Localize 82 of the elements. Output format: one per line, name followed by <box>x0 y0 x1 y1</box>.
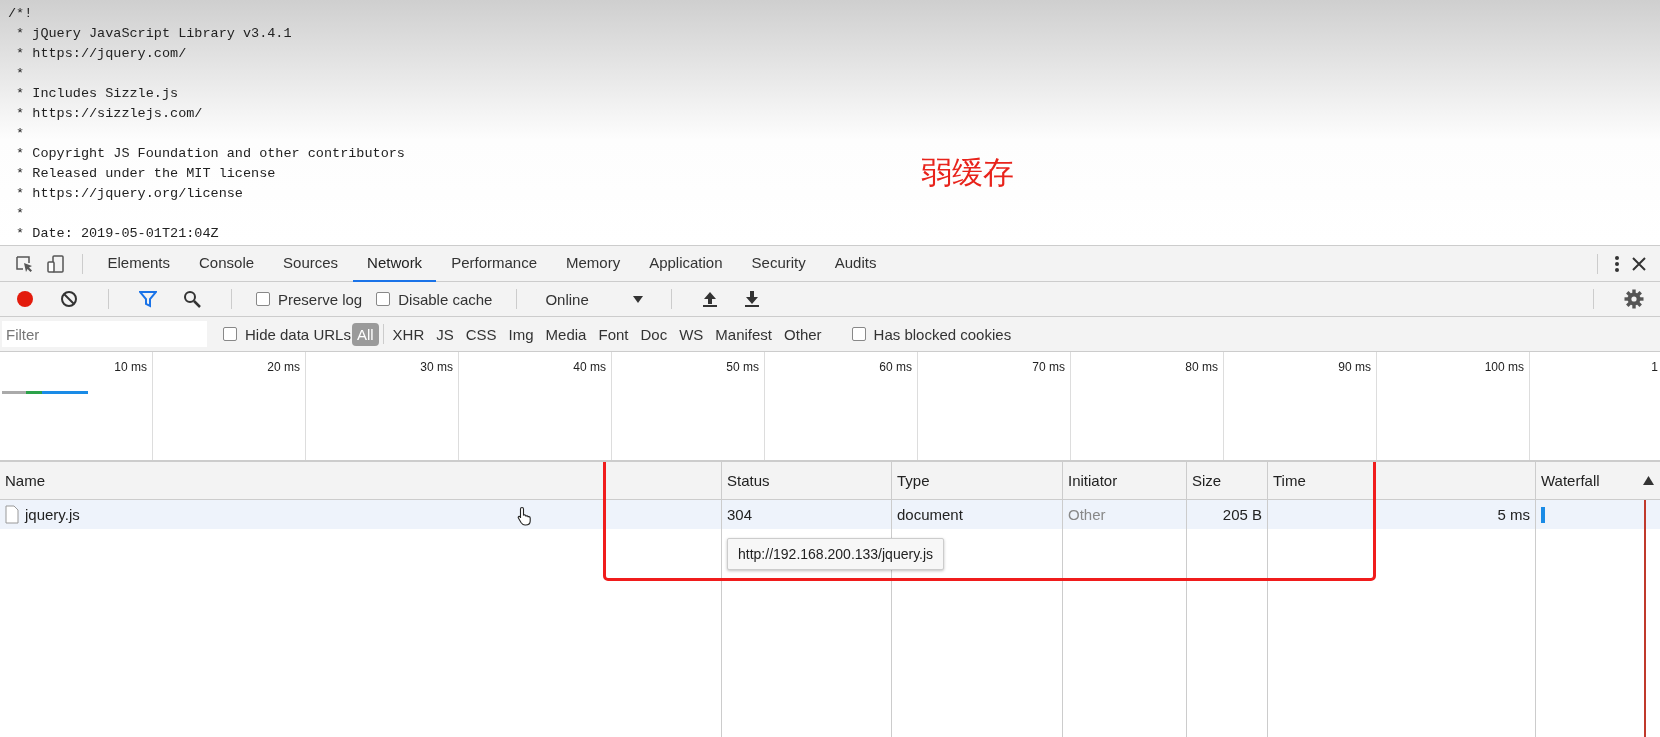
checkbox-label: Disable cache <box>398 290 493 308</box>
column-header[interactable]: Time <box>1268 462 1535 500</box>
time-tick-label: 40 ms <box>573 360 606 374</box>
column-header[interactable]: Size <box>1187 462 1267 500</box>
time-tick-label: 100 ms <box>1484 360 1524 374</box>
code-line: * <box>15 205 25 223</box>
code-line: * https://sizzlejs.com/ <box>15 105 203 123</box>
column-header[interactable]: Status <box>722 462 891 500</box>
annotation-text: 弱缓存 <box>921 153 1014 192</box>
checkbox[interactable] <box>223 327 237 341</box>
time-tick-label: 80 ms <box>1185 360 1218 374</box>
clear-icon[interactable] <box>60 290 78 308</box>
request-type: document <box>897 506 963 523</box>
checkbox-label: Has blocked cookies <box>873 325 1012 343</box>
filter-icon[interactable] <box>139 290 157 308</box>
column-header[interactable]: Waterfall <box>1536 462 1660 500</box>
column-header[interactable]: Name <box>0 462 721 500</box>
time-tick-label: 70 ms <box>1032 360 1065 374</box>
request-time: 5 ms <box>1497 506 1530 523</box>
filter-input[interactable]: Filter <box>2 321 207 347</box>
url-tooltip: http://192.168.200.133/jquery.js <box>727 538 945 570</box>
panel-tab[interactable]: Security <box>737 245 820 282</box>
type-filter-button[interactable]: Img <box>503 322 539 346</box>
checkbox-label: Preserve log <box>278 290 363 308</box>
type-filter-button[interactable]: XHR <box>387 322 430 346</box>
panel-tab[interactable]: Sources <box>269 245 353 282</box>
time-tick-label: 20 ms <box>267 360 300 374</box>
caret-icon <box>632 295 643 303</box>
time-tick-label: 50 ms <box>726 360 759 374</box>
time-tick-label: 10 ms <box>114 360 147 374</box>
panel-tab[interactable]: Audits <box>820 245 891 282</box>
request-initiator: Other <box>1068 506 1106 523</box>
time-tick-label: 60 ms <box>879 360 912 374</box>
time-tick-label: 30 ms <box>420 360 453 374</box>
column-header[interactable]: Initiator <box>1063 462 1186 500</box>
checkbox-label: Hide data URLs <box>245 325 351 343</box>
checkbox[interactable] <box>851 327 866 341</box>
inspect-icon[interactable] <box>14 253 34 274</box>
type-filter-button[interactable]: Media <box>540 322 592 346</box>
request-name[interactable]: jquery.js <box>25 506 80 523</box>
request-size: 205 B <box>1222 506 1262 523</box>
code-line: * Includes Sizzle.js <box>15 85 179 103</box>
record-icon[interactable] <box>16 290 34 308</box>
panel-tab[interactable]: Memory <box>552 245 635 282</box>
waterfall-bar <box>1541 506 1545 523</box>
request-status: 304 <box>727 506 753 523</box>
code-line: * https://jquery.org/license <box>15 185 243 203</box>
code-line: * Released under the MIT license <box>15 165 276 183</box>
time-tick-label: 90 ms <box>1338 360 1371 374</box>
download-icon[interactable] <box>743 290 760 308</box>
settings-icon[interactable] <box>1624 289 1644 309</box>
code-line: * <box>15 65 25 83</box>
search-icon[interactable] <box>183 290 201 308</box>
type-filter-button[interactable]: Doc <box>635 322 673 346</box>
sort-icon[interactable] <box>1643 476 1654 485</box>
checkbox[interactable] <box>376 292 391 306</box>
device-icon[interactable] <box>46 253 66 274</box>
column-header[interactable]: Type <box>892 462 1062 500</box>
time-tick-label: 1 <box>1651 360 1658 374</box>
panel-tab[interactable]: Console <box>185 245 269 282</box>
code-line: * <box>15 125 25 143</box>
checkbox[interactable] <box>256 292 270 306</box>
pointer-cursor-icon <box>517 506 533 526</box>
file-icon <box>5 505 19 524</box>
code-line: * jQuery JavaScript Library v3.4.1 <box>15 25 292 43</box>
panel-tab[interactable]: Performance <box>437 245 551 282</box>
type-filter-button[interactable]: Manifest <box>710 322 778 346</box>
code-line: * Date: 2019-05-01T21:04Z <box>15 225 219 243</box>
type-filter-button[interactable]: Font <box>593 322 634 346</box>
panel-tab[interactable]: Elements <box>93 245 185 282</box>
upload-icon[interactable] <box>701 290 718 308</box>
type-filter-button[interactable]: CSS <box>460 322 502 346</box>
type-filter-button[interactable]: WS <box>674 322 709 346</box>
close-icon[interactable] <box>1632 256 1646 271</box>
code-line: /*! <box>8 5 33 23</box>
more-icon[interactable] <box>1614 254 1620 273</box>
type-filter-button[interactable]: JS <box>431 322 459 346</box>
throttling-dropdown[interactable]: Online <box>541 290 647 308</box>
code-line: * https://jquery.com/ <box>15 45 187 63</box>
type-filter-button[interactable]: Other <box>779 322 827 346</box>
code-line: * Copyright JS Foundation and other contributors <box>15 145 405 163</box>
panel-tab[interactable]: Application <box>635 245 737 282</box>
